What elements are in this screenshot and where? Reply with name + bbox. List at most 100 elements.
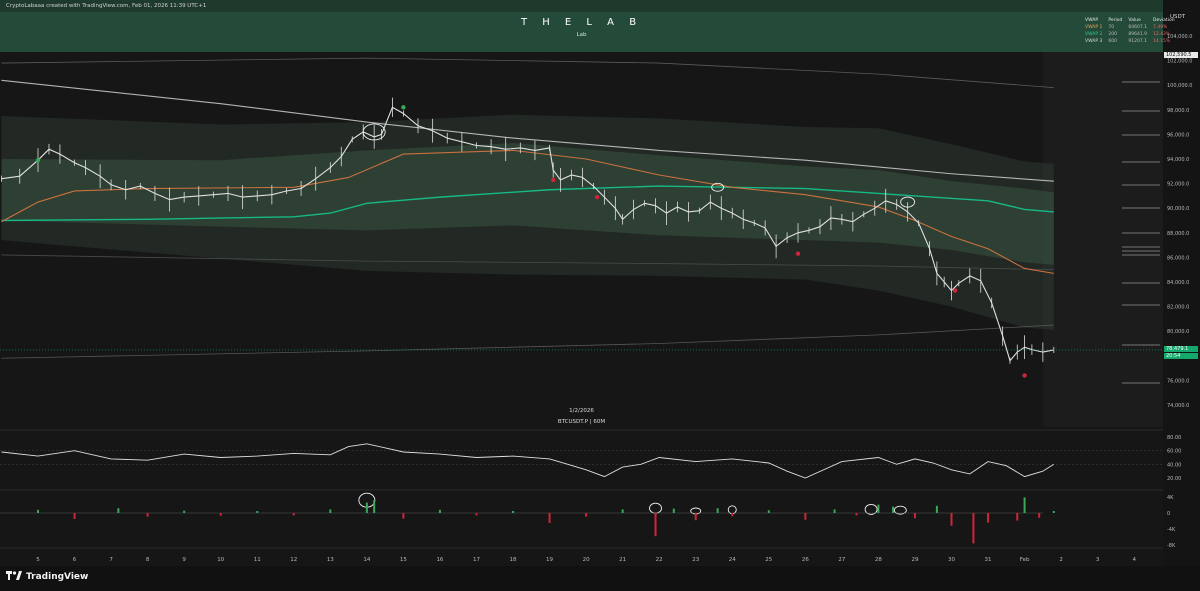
time-tick-label: 22: [656, 557, 663, 563]
time-tick-label: 11: [254, 557, 261, 563]
vwap-period: 70: [1108, 25, 1115, 30]
time-tick-label: 9: [182, 557, 186, 563]
price-tick-label: 80,000.0: [1167, 329, 1189, 335]
time-tick-label: 15: [400, 557, 407, 563]
time-tick-label: 3: [1096, 557, 1100, 563]
signal-dot: [952, 288, 958, 293]
vwap-deviation: 12.43%: [1153, 32, 1171, 37]
value-col-header: Value: [1128, 18, 1141, 23]
volume-bar: [972, 513, 975, 544]
current-price-label: 78,479.1: [1164, 346, 1198, 352]
period-col-header: Period: [1108, 18, 1123, 23]
volume-bar: [935, 505, 938, 513]
signal-dot: [1022, 373, 1027, 378]
volume-bar: [731, 513, 734, 517]
deviation-col-header: Deviation: [1153, 18, 1175, 23]
price-tick-label: 74,000.0: [1167, 403, 1189, 409]
volume-bar: [950, 513, 953, 526]
volume-bar: [654, 513, 657, 537]
volume-bar: [475, 513, 478, 516]
volume-bar: [256, 511, 259, 513]
volume-bar: [804, 513, 807, 520]
future-area: [1043, 52, 1163, 427]
signal-dot: [594, 194, 600, 200]
volume-bar: [73, 513, 76, 519]
signal-dot: [35, 158, 41, 163]
volume-bar: [365, 502, 368, 513]
time-tick-label: 4: [1132, 557, 1136, 563]
time-tick-label: 16: [436, 557, 443, 563]
time-tick-label: 27: [838, 557, 845, 563]
chart-canvas[interactable]: 80.0060.0040.0020.00 4K0-4K-8K 104,000.0…: [0, 0, 1200, 591]
chart-date: 1/2/2026: [569, 408, 594, 414]
vwap-deviation: 7.49%: [1153, 25, 1168, 30]
volume-bar: [438, 509, 441, 513]
volume-bar: [767, 510, 770, 513]
vwap-name: VWAP 1: [1085, 25, 1103, 30]
time-tick-label: 30: [948, 557, 955, 563]
price-tick-label: 102,000.0: [1167, 59, 1192, 65]
time-tick-label: 24: [729, 557, 736, 563]
time-tick-label: 10: [217, 557, 224, 563]
price-tick-label: 96,000.0: [1167, 132, 1189, 138]
time-tick-label: 14: [363, 557, 370, 563]
vwap-table-header: VWAP Period Value Deviation: [1082, 17, 1178, 24]
volume-bar: [585, 513, 588, 517]
oscillator-pane: 80.00 60.00 40.00 20.00: [0, 429, 1181, 549]
volume-bar: [183, 510, 186, 513]
volume-bar: [37, 509, 39, 513]
time-tick-label: 8: [146, 557, 150, 563]
price-tick-label: 76,000.0: [1167, 378, 1189, 384]
volume-bar: [1023, 497, 1026, 513]
volume-bar: [329, 509, 332, 513]
vwap-table-row: VWAP 1 70 84607.1 7.49%: [1082, 24, 1178, 31]
volume-tick-label: -8K: [1167, 543, 1176, 549]
volume-delta-pane: 4K 0 -4K -8K: [0, 495, 1176, 549]
volume-bar: [1016, 513, 1019, 521]
time-tick-label: 6: [73, 557, 77, 563]
oscillator-tick-label: 60.00: [1167, 449, 1181, 455]
indicator-title: T H E L A B: [520, 17, 643, 28]
vwap-value: 91207.1: [1128, 39, 1148, 44]
footer-bar: [0, 566, 1200, 591]
volume-bar: [833, 509, 836, 513]
price-tick-label: 92,000.0: [1167, 182, 1189, 188]
signal-dot: [551, 177, 556, 183]
time-tick-label: 12: [290, 557, 297, 563]
vwap-col-header: VWAP: [1085, 18, 1099, 23]
time-tick-label: 7: [109, 557, 113, 563]
volume-bar: [548, 513, 551, 523]
volume-bar: [292, 513, 295, 516]
time-tick-label: 21: [619, 557, 626, 563]
vwap-value: 89641.9: [1128, 32, 1148, 37]
volume-bar: [694, 513, 697, 521]
price-tick-label: 94,000.0: [1167, 157, 1189, 163]
volume-bar: [877, 504, 880, 513]
vwap-name: VWAP 3: [1085, 39, 1103, 44]
hand-drawn-circle: [727, 505, 737, 515]
price-tick-label: 82,000.0: [1167, 305, 1189, 311]
time-axis-ticks: 5 6 7 8 9 10 11 12 13 14 15 16 17 18 19 20 21 22 23 24 25 26 2…: [36, 557, 1136, 563]
time-tick-label: 26: [802, 557, 809, 563]
volume-bar: [716, 508, 719, 513]
hand-drawn-circle: [649, 502, 662, 514]
time-tick-label: 20: [583, 557, 590, 563]
time-tick-label: 25: [765, 557, 772, 563]
countdown-label: 20:54: [1164, 353, 1198, 359]
time-tick-label: 5: [36, 557, 40, 563]
tradingview-logo[interactable]: TradingView: [6, 571, 88, 582]
chart-symbol: BTCUSDT.P | 60M: [557, 419, 606, 425]
time-tick-label: 23: [692, 557, 699, 563]
signal-dot: [401, 105, 406, 110]
volume-bar: [402, 513, 405, 519]
vwap-table-row: VWAP 3 600 91207.1 14.15%: [1082, 38, 1178, 45]
volume-bar: [913, 513, 916, 519]
volume-bar: [512, 511, 515, 513]
time-tick-label: 31: [985, 557, 992, 563]
volume-bar: [855, 513, 858, 516]
indicator-subtitle: Lab: [576, 32, 587, 38]
upper-ma-line: [1, 57, 1054, 89]
lower-ma-line: [1, 324, 1054, 359]
chart-credit: CryptoLabaaa created with TradingView.co…: [6, 3, 207, 9]
time-tick-label: 19: [546, 557, 553, 563]
